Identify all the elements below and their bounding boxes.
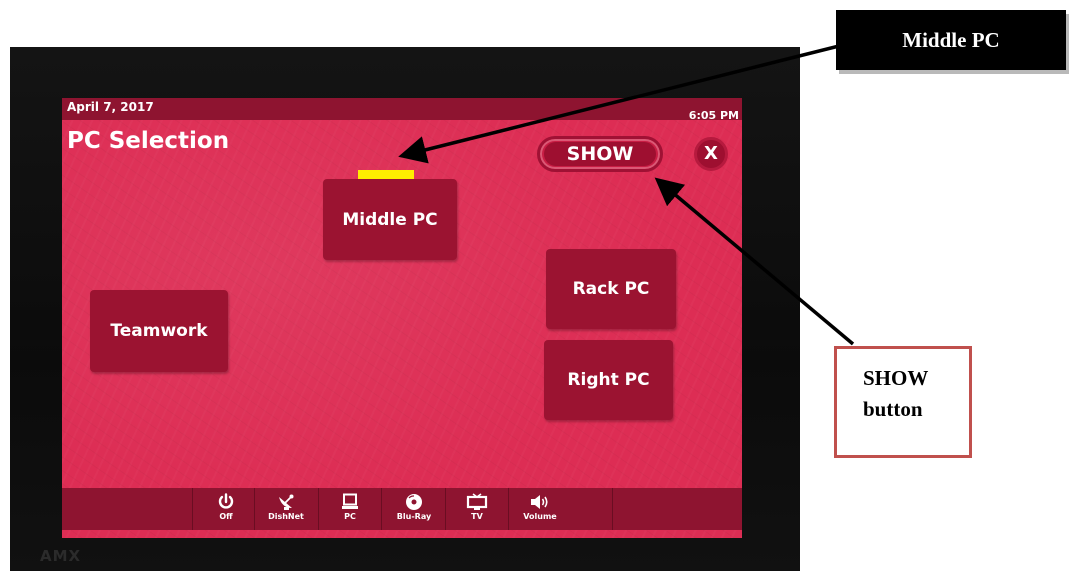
middle-pc-callout: Middle PC — [836, 10, 1066, 70]
show-button-arrow — [654, 177, 855, 346]
show-callout-line2: button — [863, 397, 923, 421]
show-callout-line1: SHOW — [863, 366, 929, 390]
middle-pc-arrow — [398, 41, 852, 164]
annotation-arrows — [398, 41, 855, 346]
show-button-callout: SHOW button — [834, 346, 972, 458]
